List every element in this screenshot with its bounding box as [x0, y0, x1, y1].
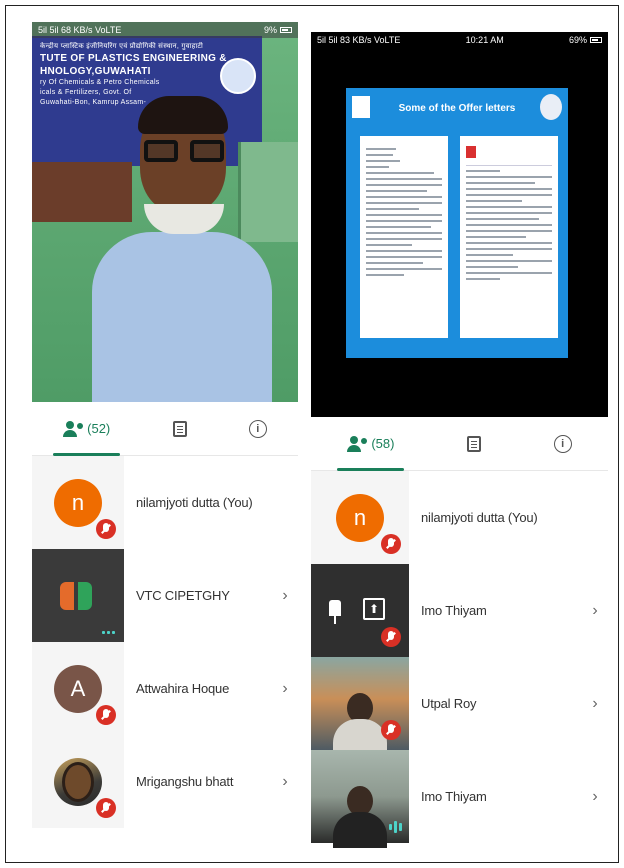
- phone-screen-right: 5il 5il 83 KB/s VoLTE 10:21 AM 69% Some …: [311, 32, 608, 852]
- institute-logo: [540, 94, 562, 120]
- battery-level: 69%: [568, 35, 587, 45]
- offer-letter-document: [460, 136, 558, 338]
- present-screen-icon: ⬆: [363, 598, 385, 620]
- tab-chat[interactable]: [163, 402, 197, 455]
- battery-icon: [280, 27, 292, 33]
- participant-count: (52): [87, 421, 111, 436]
- participant-name: Mrigangshu bhatt: [136, 774, 234, 789]
- status-bar: 5il 5il 68 KB/s VoLTE 9%: [32, 22, 298, 38]
- tab-info[interactable]: i: [544, 417, 582, 470]
- avatar: [54, 757, 102, 806]
- mic-off-icon: [96, 705, 116, 725]
- mic-off-icon: [381, 627, 401, 647]
- avatar: n: [54, 478, 102, 527]
- participant-name: Utpal Roy: [421, 696, 477, 711]
- chevron-right-icon[interactable]: ›: [582, 602, 608, 620]
- participant-thumbnail: [32, 735, 124, 828]
- tab-bar: (58) i: [311, 417, 608, 471]
- participant-name: VTC CIPETGHY: [136, 588, 230, 603]
- participant-thumbnail: [32, 549, 124, 642]
- participant-count: (58): [371, 436, 395, 451]
- chat-icon: [467, 435, 482, 452]
- participant-row[interactable]: Utpal Roy ›: [311, 657, 608, 755]
- banner-text: केन्द्रीय प्लास्टिक इंजीनियरिंग एवं प्रौ…: [40, 43, 204, 50]
- slide-title: Some of the Offer letters: [398, 102, 516, 114]
- chat-icon: [172, 420, 187, 437]
- participant-thumbnail: A: [32, 642, 124, 735]
- info-icon: i: [248, 419, 267, 438]
- mic-off-icon: [381, 720, 401, 740]
- tab-people[interactable]: (58): [337, 417, 405, 471]
- participant-name: Attwahira Hoque: [136, 681, 230, 696]
- participant-thumbnail: ⬆: [311, 564, 409, 657]
- avatar: A: [54, 664, 102, 713]
- participant-row[interactable]: n nilamjyoti dutta (You): [311, 471, 608, 564]
- participant-name: Imo Thiyam: [421, 789, 487, 804]
- participant-row[interactable]: ⬆ Imo Thiyam ›: [311, 564, 608, 657]
- tab-info[interactable]: i: [239, 402, 277, 455]
- participant-list: n nilamjyoti dutta (You) VTC CIPETGHY › …: [32, 456, 298, 828]
- chevron-right-icon[interactable]: ›: [582, 788, 608, 806]
- speaker-person: [92, 82, 272, 402]
- tab-people[interactable]: (52): [53, 402, 121, 456]
- network-status: 5il 5il 68 KB/s VoLTE: [38, 25, 122, 35]
- status-bar: 5il 5il 83 KB/s VoLTE 10:21 AM 69%: [311, 32, 608, 48]
- participant-thumbnail: n: [32, 456, 124, 549]
- offer-letter-document: [360, 136, 448, 338]
- pin-icon[interactable]: [329, 600, 341, 624]
- banner-text: TUTE OF PLASTICS ENGINEERING &: [40, 53, 227, 64]
- main-video-right[interactable]: 5il 5il 83 KB/s VoLTE 10:21 AM 69% Some …: [311, 32, 608, 417]
- participant-name: nilamjyoti dutta (You): [421, 510, 538, 525]
- mic-off-icon: [96, 798, 116, 818]
- participant-thumbnail: n: [311, 471, 409, 564]
- tab-chat[interactable]: [457, 417, 491, 470]
- audio-level-icon: [102, 624, 118, 634]
- participant-row[interactable]: n nilamjyoti dutta (You): [32, 456, 298, 549]
- participant-thumbnail: [311, 657, 409, 755]
- mic-off-icon: [381, 534, 401, 554]
- battery-icon: [590, 37, 602, 43]
- chevron-right-icon[interactable]: ›: [272, 587, 298, 605]
- participant-row[interactable]: Imo Thiyam ›: [311, 750, 608, 848]
- tab-bar: (52) i: [32, 402, 298, 456]
- participant-list: n nilamjyoti dutta (You) ⬆ Imo Thiyam › …: [311, 471, 608, 848]
- participant-row[interactable]: VTC CIPETGHY ›: [32, 549, 298, 642]
- participant-row[interactable]: Mrigangshu bhatt ›: [32, 735, 298, 828]
- network-status: 5il 5il 83 KB/s VoLTE: [317, 35, 401, 45]
- info-icon: i: [553, 434, 572, 453]
- clock: 10:21 AM: [465, 35, 504, 45]
- chevron-right-icon[interactable]: ›: [582, 695, 608, 713]
- avatar: n: [336, 493, 384, 542]
- participant-thumbnail: [311, 750, 409, 848]
- participant-name: Imo Thiyam: [421, 603, 487, 618]
- shared-slide: Some of the Offer letters: [346, 88, 568, 358]
- participant-row[interactable]: A Attwahira Hoque ›: [32, 642, 298, 735]
- main-video-left[interactable]: केन्द्रीय प्लास्टिक इंजीनियरिंग एवं प्रौ…: [32, 22, 298, 402]
- mic-off-icon: [96, 519, 116, 539]
- cipet-logo: [58, 580, 98, 612]
- chevron-right-icon[interactable]: ›: [272, 680, 298, 698]
- people-icon: [347, 435, 368, 452]
- battery-level: 9%: [263, 25, 277, 35]
- audio-level-icon: [389, 819, 403, 835]
- people-icon: [63, 420, 84, 437]
- participant-name: nilamjyoti dutta (You): [136, 495, 253, 510]
- phone-screen-left: केन्द्रीय प्लास्टिक इंजीनियरिंग एवं प्रौ…: [32, 22, 298, 852]
- chevron-right-icon[interactable]: ›: [272, 773, 298, 791]
